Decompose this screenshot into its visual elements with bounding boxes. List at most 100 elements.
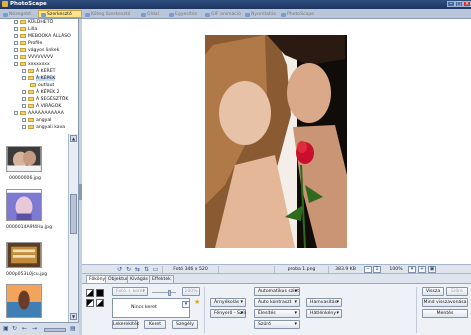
zoom-out-icon[interactable]: − xyxy=(364,266,372,273)
expand-icon[interactable] xyxy=(22,96,26,101)
tab-page[interactable]: Oldal xyxy=(138,10,166,18)
tree-item[interactable]: Profile xyxy=(14,40,42,47)
backlight-button[interactable]: Hamvasítás xyxy=(306,298,342,307)
auto-contrast-button[interactable]: Auto kontraszt xyxy=(254,298,300,307)
scroll-down-icon[interactable]: ▼ xyxy=(70,313,77,320)
background-color-swatch[interactable] xyxy=(96,289,104,297)
view-mode-icon[interactable]: ▤ xyxy=(70,326,76,332)
collapse-icon[interactable] xyxy=(14,110,18,115)
tree-item[interactable]: Lilla xyxy=(14,26,37,33)
refresh-icon[interactable]: ↻ xyxy=(12,326,18,332)
frame-dropdown-icon[interactable]: ▾ xyxy=(182,301,190,308)
rounded-corners-button[interactable]: Lekerekítés xyxy=(112,320,139,329)
tree-item[interactable]: angyal xyxy=(22,117,51,124)
arrow-left-icon[interactable]: ← xyxy=(22,326,28,332)
fit-icon[interactable]: ▭ xyxy=(152,266,159,273)
folder-icon xyxy=(20,26,26,31)
color-button[interactable]: Fényerő - Szín xyxy=(210,309,246,318)
thumbnail-item[interactable]: 00000006.jpg xyxy=(6,146,44,181)
tree-item[interactable]: MEBOOKA ÁLLÁSO xyxy=(14,33,71,40)
margin-button[interactable]: Szegély xyxy=(172,320,198,329)
thumbnail-scrollbar[interactable]: ▲ ▼ xyxy=(68,134,78,322)
scrollbar-thumb[interactable] xyxy=(70,194,77,234)
tab-combine[interactable]: Egyesítés xyxy=(166,10,202,18)
tab-batch-editor[interactable]: Köteg Szerkesztő xyxy=(82,10,138,18)
redo-button[interactable]: Előre xyxy=(446,287,468,296)
flip-vertical-icon[interactable]: ⇅ xyxy=(143,266,150,273)
fit-window-icon[interactable]: ▣ xyxy=(428,266,436,273)
tree-item[interactable]: xxxxxxxx xyxy=(14,61,50,68)
editor-canvas[interactable] xyxy=(82,19,471,264)
expand-icon[interactable] xyxy=(14,26,18,31)
actual-size-icon[interactable]: 1 xyxy=(373,266,381,273)
expand-icon[interactable] xyxy=(22,89,26,94)
undo-button[interactable]: Vissza xyxy=(422,287,444,296)
tree-item[interactable]: Á KERET xyxy=(22,68,55,75)
tree-item[interactable]: VVVVVVVV xyxy=(14,54,53,61)
collapse-icon[interactable] xyxy=(14,61,18,66)
brightness-button[interactable]: Árnyékolás xyxy=(210,298,246,307)
print-icon xyxy=(245,13,250,17)
tree-item[interactable]: outlaut xyxy=(30,82,54,89)
frame-select-box[interactable]: Nincs keret xyxy=(112,298,190,318)
flip-horizontal-icon[interactable]: ⇆ xyxy=(134,266,141,273)
expand-icon[interactable] xyxy=(14,47,18,52)
save-button[interactable]: Mentés xyxy=(422,309,468,318)
tab-print[interactable]: Nyomtatás xyxy=(242,10,278,18)
expand-icon[interactable] xyxy=(22,103,26,108)
tree-item-selected[interactable]: Á KÉPEK xyxy=(22,75,56,82)
frame-color-swatch[interactable] xyxy=(86,289,94,297)
expand-icon[interactable] xyxy=(14,54,18,59)
expand-icon[interactable] xyxy=(22,117,26,122)
tree-item[interactable]: vágyos linkek xyxy=(14,47,59,54)
page-icon xyxy=(141,13,146,17)
folder-icon xyxy=(30,82,36,87)
expand-icon[interactable] xyxy=(14,40,18,45)
combine-icon xyxy=(169,13,174,17)
tree-item[interactable]: KÜLDHETŐ xyxy=(14,19,53,26)
thumbnail-size-slider[interactable] xyxy=(44,328,66,332)
close-icon[interactable]: × xyxy=(463,1,471,7)
slider-knob[interactable] xyxy=(168,290,171,296)
expand-icon[interactable] xyxy=(22,68,26,73)
tab-effects[interactable]: Effektek xyxy=(149,275,174,283)
tree-item[interactable]: Á SEGÉSZTÖK xyxy=(22,96,68,103)
tab-photoscape[interactable]: PhotoScape xyxy=(278,10,320,18)
thumbnail-item[interactable]: 0000014A9f4Hu.jpg xyxy=(6,189,52,230)
filter-button[interactable]: Szűrő xyxy=(254,320,300,329)
rotate-right-icon[interactable]: ↻ xyxy=(125,266,132,273)
arrow-right-icon[interactable]: → xyxy=(32,326,38,332)
expand-icon[interactable] xyxy=(14,19,18,24)
tab-crop[interactable]: Kivágás xyxy=(127,275,151,283)
maximize-icon[interactable]: □ xyxy=(455,1,463,7)
thumbnail-image xyxy=(6,189,42,223)
collapse-icon[interactable] xyxy=(22,75,26,80)
scroll-up-icon[interactable]: ▲ xyxy=(70,135,77,142)
favorite-star-icon[interactable]: ★ xyxy=(194,298,200,306)
tab-editor[interactable]: Szerkesztő xyxy=(38,10,82,18)
expand-icon[interactable] xyxy=(14,33,18,38)
tree-item[interactable]: Á VIRÁGOK xyxy=(22,103,61,110)
tree-item[interactable]: AAAAAAAAAAA xyxy=(14,110,64,117)
tab-viewer[interactable]: Nézegető xyxy=(0,10,38,18)
frame-button[interactable]: Keret xyxy=(144,320,166,329)
frame-mode-select[interactable]: Fotó + keret xyxy=(112,287,148,296)
thumbnail-item[interactable] xyxy=(6,284,44,322)
tree-item[interactable]: Á KÉPEK 2 xyxy=(22,89,60,96)
swap-color-swatch[interactable] xyxy=(96,299,104,307)
undo-all-button[interactable]: Mind visszavonása xyxy=(422,298,468,307)
shadow-color-swatch[interactable] xyxy=(86,299,94,307)
rotate-left-icon[interactable]: ↺ xyxy=(116,266,123,273)
sharpen-button[interactable]: Élesítés xyxy=(254,309,300,318)
film-effect-button[interactable]: Hátlénkény xyxy=(306,309,342,318)
expand-icon[interactable] xyxy=(22,124,26,129)
tree-item[interactable]: angyali kava xyxy=(22,124,65,131)
thumbnail-item[interactable]: 000p053L0jcu.jpg xyxy=(6,242,47,277)
tab-gif-animation[interactable]: GIF animáció xyxy=(202,10,242,18)
auto-level-button[interactable]: Automatikus szint xyxy=(254,287,300,296)
minimize-icon[interactable]: – xyxy=(447,1,455,7)
zoom-dropdown-icon[interactable]: ▾ xyxy=(408,266,416,273)
opacity-slider[interactable] xyxy=(152,290,176,297)
zoom-in-icon[interactable]: + xyxy=(418,266,426,273)
folder-up-icon[interactable]: ▣ xyxy=(3,326,9,332)
